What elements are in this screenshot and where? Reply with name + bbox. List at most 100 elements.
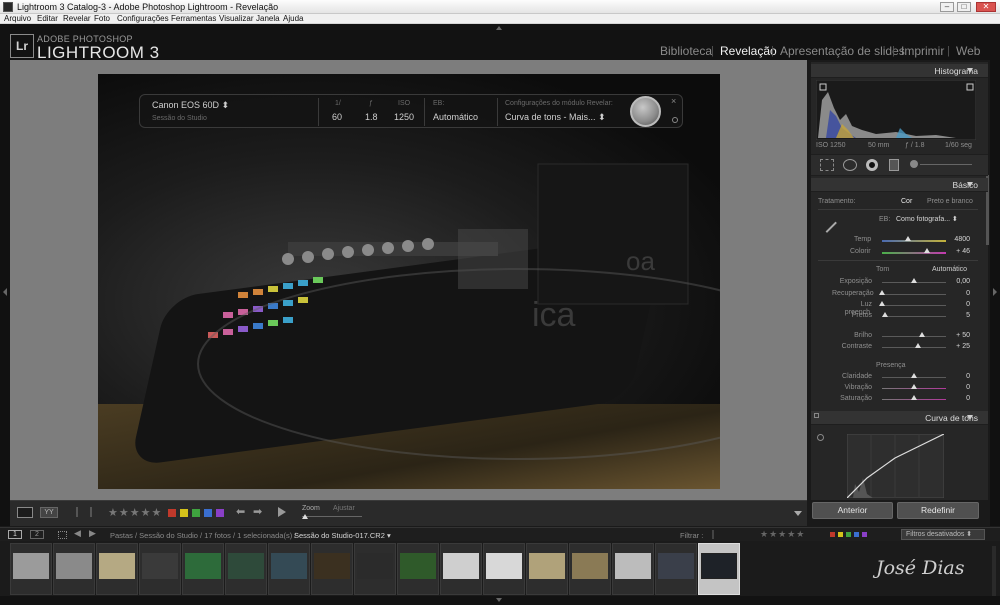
tint-value[interactable]: + 46 <box>950 248 970 256</box>
filmstrip-thumbnail[interactable] <box>354 543 396 595</box>
module-revelacao[interactable]: Revelação <box>720 44 777 58</box>
reset-button[interactable]: Redefinir <box>897 502 979 519</box>
right-panel-toggle-icon[interactable] <box>993 288 997 296</box>
slideshow-play-icon[interactable] <box>278 507 286 517</box>
adjustment-brush-icon[interactable] <box>910 160 918 168</box>
star-rating[interactable]: ★★★★★ <box>108 506 162 519</box>
filmstrip-thumbnail[interactable] <box>268 543 310 595</box>
menu-editar[interactable]: Editar <box>37 14 58 24</box>
temp-slider-thumb[interactable] <box>905 236 911 241</box>
filmstrip-thumbnail[interactable] <box>483 543 525 595</box>
slider-track[interactable] <box>882 294 946 295</box>
tone-curve-header[interactable]: Curva de tons <box>811 411 988 425</box>
filmstrip-filename[interactable]: Sessão do Studio-017.CR2 ▾ <box>294 531 391 540</box>
next-photo-icon[interactable]: ➡ <box>253 505 262 518</box>
slider-track[interactable] <box>882 347 946 348</box>
crop-tool-icon[interactable] <box>820 159 834 171</box>
histogram-header[interactable]: Histograma <box>811 64 988 78</box>
slider-value[interactable]: 0 <box>950 301 970 309</box>
menu-configuracoes[interactable]: Configurações <box>117 14 169 24</box>
previous-button[interactable]: Anterior <box>812 502 893 519</box>
presence-slider-thumb[interactable] <box>911 384 917 389</box>
treatment-color[interactable]: Cor <box>901 198 912 206</box>
filmstrip-thumbnail[interactable] <box>526 543 568 595</box>
previous-photo-icon[interactable]: ⬅ <box>236 505 245 518</box>
filter-color-purple[interactable] <box>862 532 867 537</box>
temp-slider[interactable] <box>882 240 946 242</box>
module-apresentacao[interactable]: Apresentação de slides <box>780 44 905 58</box>
menu-arquivo[interactable]: Arquivo <box>4 14 31 24</box>
right-panel-edge[interactable] <box>990 60 1000 526</box>
display-2-button[interactable]: 2 <box>30 530 44 539</box>
filmstrip-path[interactable]: Pastas / Sessão do Studio / 17 fotos / 1… <box>110 531 296 540</box>
filmstrip-thumbnail[interactable] <box>139 543 181 595</box>
close-overlay-icon[interactable]: × <box>671 96 676 106</box>
filter-color-yellow[interactable] <box>838 532 843 537</box>
slider-value[interactable]: 0,00 <box>950 278 970 286</box>
maximize-button[interactable]: □ <box>957 2 971 12</box>
filmstrip-thumbnail[interactable] <box>311 543 353 595</box>
fit-label[interactable]: Ajustar <box>333 505 355 512</box>
tone-auto-button[interactable]: Automático <box>932 266 967 274</box>
color-label-green[interactable] <box>192 509 200 517</box>
filmstrip-thumbnail[interactable] <box>569 543 611 595</box>
filmstrip-thumbnail[interactable] <box>397 543 439 595</box>
color-label-purple[interactable] <box>216 509 224 517</box>
filmstrip-thumbnail[interactable] <box>655 543 697 595</box>
filmstrip-thumbnail[interactable] <box>698 543 740 595</box>
slider-thumb[interactable] <box>879 290 885 295</box>
filter-stars[interactable]: ★★★★★ <box>760 529 805 540</box>
spot-removal-icon[interactable] <box>843 159 857 171</box>
filter-color-green[interactable] <box>846 532 851 537</box>
module-biblioteca[interactable]: Biblioteca <box>660 44 712 58</box>
filmstrip-thumbnail[interactable] <box>225 543 267 595</box>
slider-value[interactable]: 0 <box>950 290 970 298</box>
presence-slider-thumb[interactable] <box>911 373 917 378</box>
filmstrip-forward-icon[interactable]: ▶ <box>89 528 96 539</box>
color-label-yellow[interactable] <box>180 509 188 517</box>
histogram-collapse-icon[interactable] <box>967 68 973 73</box>
tone-curve-collapse-icon[interactable] <box>967 415 973 420</box>
camera-model[interactable]: Canon EOS 60D ⬍ <box>152 100 229 111</box>
filmstrip-back-icon[interactable]: ◀ <box>74 528 81 539</box>
color-label-blue[interactable] <box>204 509 212 517</box>
menu-foto[interactable]: Foto <box>94 14 110 24</box>
loupe-view-icon[interactable] <box>17 507 33 518</box>
photo-preview[interactable]: oa ica <box>98 74 720 489</box>
left-panel-toggle-icon[interactable] <box>3 288 7 296</box>
slider-thumb[interactable] <box>911 278 917 283</box>
slider-thumb[interactable] <box>915 343 921 348</box>
zoom-slider-thumb[interactable] <box>302 514 308 519</box>
color-label-red[interactable] <box>168 509 176 517</box>
grid-icon[interactable] <box>58 531 67 539</box>
preset-value[interactable]: Curva de tons - Mais... ⬍ <box>505 112 606 123</box>
toolbar-menu-icon[interactable] <box>794 511 802 516</box>
presence-slider-value[interactable]: 0 <box>950 395 970 403</box>
filmstrip-thumbnail[interactable] <box>440 543 482 595</box>
filter-flag-icon[interactable] <box>712 530 720 539</box>
filmstrip-thumbnail[interactable] <box>612 543 654 595</box>
menu-revelar[interactable]: Revelar <box>63 14 91 24</box>
panel-switch-icon[interactable] <box>814 413 819 418</box>
filter-color-blue[interactable] <box>854 532 859 537</box>
presence-slider-value[interactable]: 0 <box>950 373 970 381</box>
curve-target-icon[interactable] <box>817 434 824 441</box>
filmstrip-thumbnail[interactable] <box>182 543 224 595</box>
wb-select[interactable]: Como fotografa... ⬍ <box>896 216 958 224</box>
slider-track[interactable] <box>882 336 946 337</box>
treatment-bw[interactable]: Preto e branco <box>927 198 973 206</box>
module-web[interactable]: Web <box>956 44 980 58</box>
overlay-settings-icon[interactable] <box>672 117 678 123</box>
menu-ajuda[interactable]: Ajuda <box>283 14 303 24</box>
slider-track[interactable] <box>882 316 946 317</box>
slider-value[interactable]: 5 <box>950 312 970 320</box>
module-imprimir[interactable]: Imprimir <box>901 44 944 58</box>
slider-thumb[interactable] <box>882 312 888 317</box>
brush-size-slider[interactable] <box>920 164 972 165</box>
tint-slider-thumb[interactable] <box>924 248 930 253</box>
filmstrip-thumbnail[interactable] <box>53 543 95 595</box>
menu-visualizar[interactable]: Visualizar <box>219 14 254 24</box>
bottom-panel-toggle-icon[interactable] <box>496 598 502 602</box>
slider-value[interactable]: + 50 <box>950 332 970 340</box>
left-panel-collapsed[interactable] <box>0 60 10 526</box>
